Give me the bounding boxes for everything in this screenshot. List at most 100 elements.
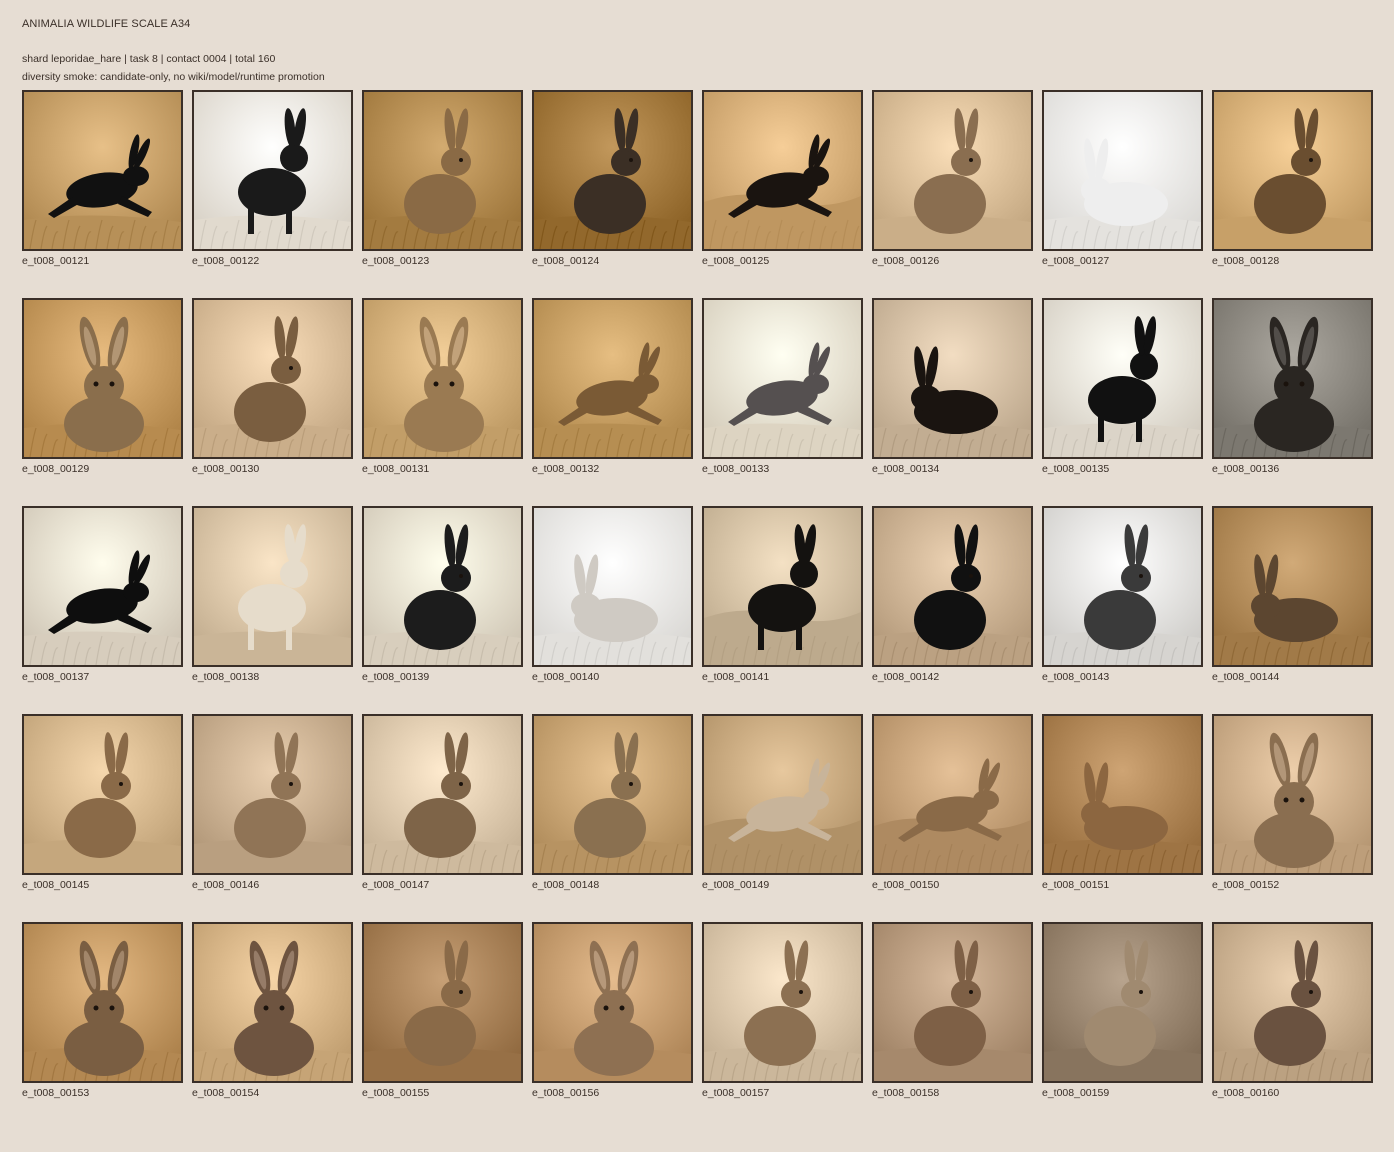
hare-image[interactable]	[22, 714, 183, 875]
thumbnail-card[interactable]: e_t008_00137	[22, 506, 183, 684]
thumbnail-card[interactable]: e_t008_00143	[1042, 506, 1203, 684]
thumbnail-card[interactable]: e_t008_00144	[1212, 506, 1373, 684]
thumbnail-card[interactable]: e_t008_00159	[1042, 922, 1203, 1100]
hare-image[interactable]	[192, 298, 353, 459]
thumbnail-card[interactable]: e_t008_00152	[1212, 714, 1373, 892]
hare-image[interactable]	[22, 298, 183, 459]
thumbnail-card[interactable]: e_t008_00121	[22, 90, 183, 268]
hare-image[interactable]	[22, 90, 183, 251]
thumbnail-card[interactable]: e_t008_00135	[1042, 298, 1203, 476]
hare-illustration	[364, 924, 521, 1081]
thumbnail-card[interactable]: e_t008_00129	[22, 298, 183, 476]
image-id-label: e_t008_00130	[192, 463, 260, 475]
thumbnail-card[interactable]: e_t008_00140	[532, 506, 693, 684]
hare-image[interactable]	[192, 506, 353, 667]
thumbnail-card[interactable]: e_t008_00126	[872, 90, 1033, 268]
thumbnail-card[interactable]: e_t008_00157	[702, 922, 863, 1100]
hare-image[interactable]	[872, 298, 1033, 459]
hare-image[interactable]	[192, 90, 353, 251]
thumbnail-card[interactable]: e_t008_00156	[532, 922, 693, 1100]
hare-image[interactable]	[22, 506, 183, 667]
hare-image[interactable]	[872, 90, 1033, 251]
hare-image[interactable]	[872, 506, 1033, 667]
hare-image[interactable]	[1042, 922, 1203, 1083]
image-id-label: e_t008_00136	[1212, 463, 1280, 475]
thumbnail-card[interactable]: e_t008_00133	[702, 298, 863, 476]
hare-image[interactable]	[1212, 90, 1373, 251]
hare-illustration	[704, 92, 861, 249]
hare-illustration	[1214, 716, 1371, 873]
hare-image[interactable]	[702, 714, 863, 875]
hare-image[interactable]	[362, 714, 523, 875]
hare-illustration	[874, 92, 1031, 249]
thumbnail-card[interactable]: e_t008_00141	[702, 506, 863, 684]
hare-image[interactable]	[1042, 714, 1203, 875]
hare-image[interactable]	[1212, 298, 1373, 459]
hare-image[interactable]	[872, 714, 1033, 875]
thumbnail-card[interactable]: e_t008_00134	[872, 298, 1033, 476]
hare-image[interactable]	[362, 298, 523, 459]
image-id-label: e_t008_00141	[702, 671, 770, 683]
thumbnail-card[interactable]: e_t008_00131	[362, 298, 523, 476]
thumbnail-card[interactable]: e_t008_00122	[192, 90, 353, 268]
thumbnail-card[interactable]: e_t008_00158	[872, 922, 1033, 1100]
thumbnail-card[interactable]: e_t008_00128	[1212, 90, 1373, 268]
thumbnail-card[interactable]: e_t008_00153	[22, 922, 183, 1100]
hare-image[interactable]	[22, 922, 183, 1083]
hare-illustration	[1214, 508, 1371, 665]
image-id-label: e_t008_00139	[362, 671, 430, 683]
contact-sheet-grid: e_t008_00121 e_t008_00122 e_t008_00123 e_t0…	[22, 90, 1373, 1100]
hare-image[interactable]	[1212, 714, 1373, 875]
hare-image[interactable]	[362, 506, 523, 667]
thumbnail-card[interactable]: e_t008_00124	[532, 90, 693, 268]
image-id-label: e_t008_00133	[702, 463, 770, 475]
hare-illustration	[704, 508, 861, 665]
hare-image[interactable]	[532, 714, 693, 875]
thumbnail-card[interactable]: e_t008_00132	[532, 298, 693, 476]
hare-image[interactable]	[1042, 506, 1203, 667]
thumbnail-card[interactable]: e_t008_00148	[532, 714, 693, 892]
thumbnail-card[interactable]: e_t008_00160	[1212, 922, 1373, 1100]
hare-image[interactable]	[192, 922, 353, 1083]
hare-image[interactable]	[362, 922, 523, 1083]
thumbnail-card[interactable]: e_t008_00149	[702, 714, 863, 892]
thumbnail-card[interactable]: e_t008_00123	[362, 90, 523, 268]
thumbnail-card[interactable]: e_t008_00146	[192, 714, 353, 892]
thumbnail-card[interactable]: e_t008_00130	[192, 298, 353, 476]
hare-image[interactable]	[1212, 922, 1373, 1083]
hare-image[interactable]	[702, 298, 863, 459]
thumbnail-card[interactable]: e_t008_00139	[362, 506, 523, 684]
hare-image[interactable]	[532, 298, 693, 459]
hare-image[interactable]	[532, 506, 693, 667]
hare-image[interactable]	[702, 90, 863, 251]
image-id-label: e_t008_00160	[1212, 1087, 1280, 1099]
page-header: ANIMALIA WILDLIFE SCALE A34 shard lepori…	[22, 18, 1372, 86]
hare-image[interactable]	[1042, 298, 1203, 459]
thumbnail-card[interactable]: e_t008_00150	[872, 714, 1033, 892]
hare-illustration	[364, 508, 521, 665]
hare-image[interactable]	[532, 90, 693, 251]
hare-illustration	[534, 924, 691, 1081]
thumbnail-card[interactable]: e_t008_00154	[192, 922, 353, 1100]
thumbnail-card[interactable]: e_t008_00151	[1042, 714, 1203, 892]
hare-image[interactable]	[532, 922, 693, 1083]
thumbnail-card[interactable]: e_t008_00127	[1042, 90, 1203, 268]
hare-image[interactable]	[1212, 506, 1373, 667]
hare-image[interactable]	[192, 714, 353, 875]
hare-image[interactable]	[872, 922, 1033, 1083]
thumbnail-card[interactable]: e_t008_00138	[192, 506, 353, 684]
hare-image[interactable]	[1042, 90, 1203, 251]
thumbnail-card[interactable]: e_t008_00125	[702, 90, 863, 268]
thumbnail-card[interactable]: e_t008_00136	[1212, 298, 1373, 476]
page-title: ANIMALIA WILDLIFE SCALE A34	[22, 18, 191, 30]
hare-illustration	[704, 716, 861, 873]
hare-image[interactable]	[702, 922, 863, 1083]
thumbnail-card[interactable]: e_t008_00145	[22, 714, 183, 892]
hare-illustration	[1044, 92, 1201, 249]
hare-image[interactable]	[362, 90, 523, 251]
thumbnail-card[interactable]: e_t008_00147	[362, 714, 523, 892]
thumbnail-card[interactable]: e_t008_00155	[362, 922, 523, 1100]
hare-image[interactable]	[702, 506, 863, 667]
hare-illustration	[24, 924, 181, 1081]
thumbnail-card[interactable]: e_t008_00142	[872, 506, 1033, 684]
